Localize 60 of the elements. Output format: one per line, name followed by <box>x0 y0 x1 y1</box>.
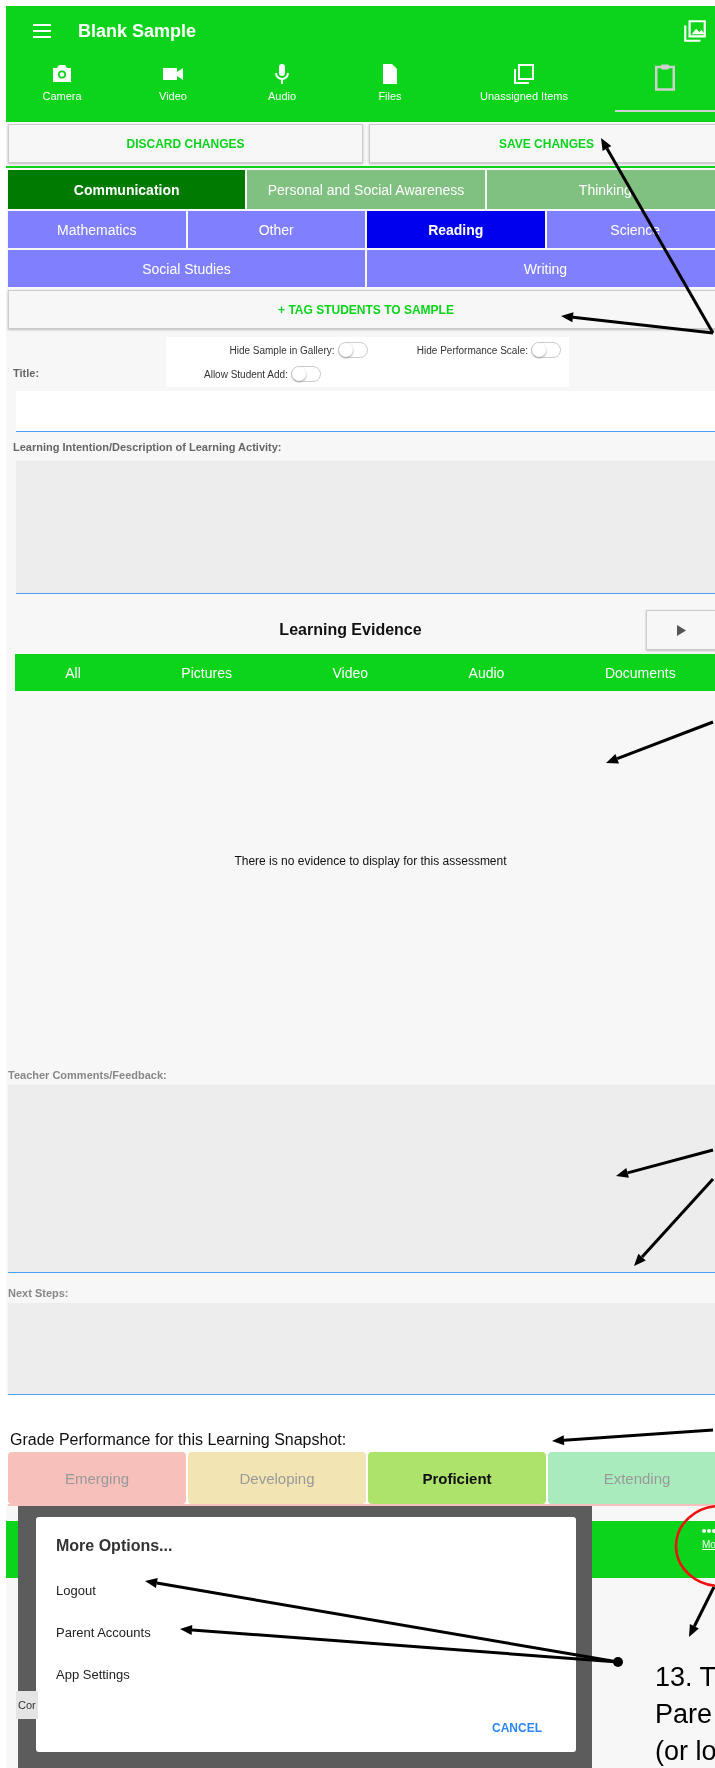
app-title: Blank Sample <box>78 20 197 42</box>
annotation-text: Pare <box>655 1699 713 1730</box>
subject-tab[interactable]: Writing <box>367 250 715 287</box>
gallery-icon[interactable] <box>682 18 708 44</box>
annotation-text: 13. T <box>655 1662 715 1693</box>
toggle-switch[interactable] <box>531 342 561 358</box>
annotation-text: (or lo <box>655 1736 715 1767</box>
filter-tab[interactable]: Documents <box>594 664 686 681</box>
next-steps-input-field[interactable] <box>8 1303 715 1395</box>
menu-item[interactable]: Logout <box>56 1579 96 1601</box>
grade-level-button[interactable]: Developing <box>188 1452 366 1504</box>
grade-title: Grade Performance for this Learning Snapshot: <box>10 1431 347 1450</box>
dialog-title: More Options... <box>56 1537 174 1556</box>
field-label: Teacher Comments/Feedback: <box>8 1068 168 1083</box>
save-button[interactable]: SAVE CHANGES <box>369 124 715 163</box>
filter-tab[interactable]: Pictures <box>171 664 242 681</box>
grade-level-button[interactable]: Proficient <box>368 1452 546 1504</box>
subject-tab[interactable]: Other <box>187 211 365 248</box>
competency-tab[interactable]: Communication <box>8 170 246 209</box>
competency-tab[interactable]: Personal and Social Awareness <box>247 170 485 209</box>
media-tab[interactable]: Video <box>153 56 193 112</box>
comments-input-field[interactable] <box>8 1085 715 1273</box>
stacked-squares-icon <box>512 62 536 86</box>
section-title: Learning Evidence <box>278 621 423 639</box>
competency-tab[interactable]: Thinking <box>486 170 715 209</box>
description-input-field[interactable] <box>16 461 715 594</box>
play-icon <box>676 624 686 636</box>
annotation-dot <box>613 1657 623 1667</box>
menu-item[interactable]: App Settings <box>56 1663 130 1685</box>
media-tab[interactable]: Camera <box>36 56 88 112</box>
media-tab[interactable]: Files <box>372 56 408 112</box>
toggle-label: Allow Student Add: <box>204 368 288 380</box>
toggle-switch[interactable] <box>290 366 321 382</box>
toggle-label: Hide Performance Scale: <box>416 344 528 356</box>
field-label: Title: <box>12 367 41 381</box>
title-input-field[interactable] <box>16 391 715 432</box>
annotation-arrow <box>689 1586 715 1637</box>
grade-level-button[interactable]: Emerging <box>8 1452 186 1504</box>
footer-text: Cor <box>16 1691 38 1719</box>
menu-item[interactable]: Parent Accounts <box>56 1621 151 1643</box>
empty-message: There is no evidence to display for this assessment <box>234 854 507 868</box>
filter-tab[interactable]: All <box>55 664 91 681</box>
next-button[interactable] <box>646 610 715 650</box>
discard-button[interactable]: DISCARD CHANGES <box>8 124 363 163</box>
tag-students-button[interactable]: + TAG STUDENTS TO SAMPLE <box>8 290 715 329</box>
filter-tab[interactable]: Video <box>322 664 379 681</box>
media-tab[interactable]: Audio <box>261 56 303 112</box>
field-label: Next Steps: <box>8 1286 70 1301</box>
more-dots-icon <box>702 1529 715 1533</box>
subject-tab[interactable]: Mathematics <box>8 211 186 248</box>
subject-tab[interactable]: Reading <box>367 211 545 248</box>
media-tab[interactable]: Unassigned Items <box>473 56 574 112</box>
toggle-switch[interactable] <box>337 342 368 358</box>
subject-tab[interactable]: Social Studies <box>8 250 365 287</box>
field-label: Learning Intention/Description of Learning Activity: <box>13 441 283 455</box>
more-button[interactable]: Mo <box>702 1529 715 1550</box>
toggle-label: Hide Sample in Gallery: <box>229 344 335 356</box>
cancel-button[interactable]: CANCEL <box>486 1720 548 1736</box>
filter-tab[interactable]: Audio <box>458 664 515 681</box>
grade-level-button[interactable]: Extending <box>548 1452 715 1504</box>
